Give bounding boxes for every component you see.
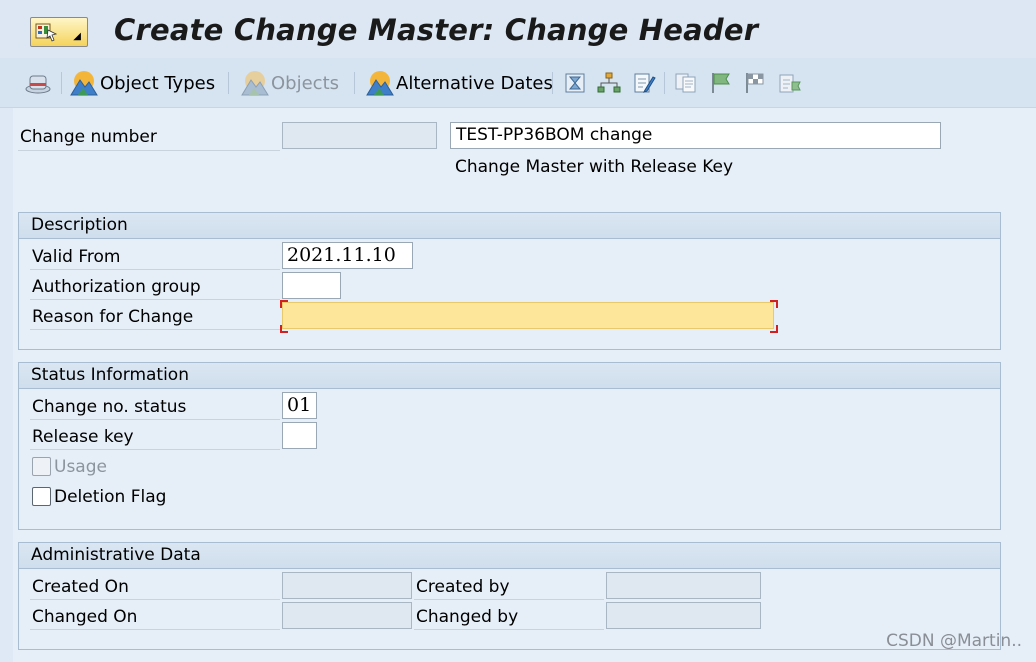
hat-button[interactable] [24, 70, 54, 96]
valid-from-input[interactable]: 2021.11.10 [282, 242, 413, 269]
alternative-dates-button[interactable]: Alternative Dates [366, 70, 553, 96]
label-underline [414, 629, 604, 630]
release-key-input[interactable] [282, 422, 317, 449]
mountain-icon [241, 71, 269, 96]
changed-by-input[interactable] [606, 602, 761, 629]
toolbar-separator [228, 72, 229, 94]
system-menu-button[interactable]: ◢ [30, 17, 88, 47]
valid-from-label: Valid From [32, 247, 121, 267]
changed-on-label: Changed On [32, 607, 138, 627]
change-status-label: Change no. status [32, 397, 187, 417]
created-by-input[interactable] [606, 572, 761, 599]
toolbar-separator [354, 72, 355, 94]
authorization-group-input[interactable] [282, 272, 341, 299]
created-on-input[interactable] [282, 572, 412, 599]
label-underline [30, 419, 280, 420]
created-on-label: Created On [32, 577, 129, 597]
change-number-input[interactable] [282, 122, 437, 149]
title-bar: ◢ Create Change Master: Change Header [0, 0, 1036, 58]
label-underline [30, 299, 280, 300]
object-types-button[interactable]: Object Types [70, 70, 215, 96]
mountain-icon [366, 71, 394, 96]
checkered-flag-icon[interactable] [743, 72, 767, 94]
menu-arrow-icon: ◢ [73, 31, 81, 42]
required-marker [770, 300, 778, 308]
alternative-dates-label: Alternative Dates [396, 72, 553, 94]
required-marker [280, 300, 288, 308]
label-underline [30, 269, 280, 270]
watermark: CSDN @Martin.. [886, 631, 1022, 651]
object-types-label: Object Types [100, 72, 216, 94]
release-key-label: Release key [32, 427, 134, 447]
hierarchy-icon[interactable] [597, 72, 621, 94]
created-by-label: Created by [416, 577, 510, 597]
label-underline [30, 599, 280, 600]
usage-label: Usage [54, 457, 107, 477]
label-underline [30, 629, 280, 630]
status-information-group-title: Status Information [19, 363, 1000, 389]
document-flag-icon[interactable] [778, 72, 802, 94]
hourglass-icon[interactable] [563, 72, 587, 94]
toolbar-separator [552, 72, 553, 94]
toolbar-separator [664, 72, 665, 94]
label-underline [30, 329, 280, 330]
change-status-input[interactable]: 01 [282, 392, 317, 419]
label-underline [30, 449, 280, 450]
edit-document-icon[interactable] [632, 72, 656, 94]
change-type-text: Change Master with Release Key [455, 157, 734, 177]
changed-on-input[interactable] [282, 602, 412, 629]
deletion-flag-label: Deletion Flag [54, 487, 167, 507]
objects-label: Objects [271, 72, 340, 94]
change-number-label: Change number [20, 127, 157, 147]
objects-button[interactable]: Objects [241, 70, 339, 96]
authorization-group-label: Authorization group [32, 277, 201, 297]
page-title: Create Change Master: Change Header [114, 13, 759, 47]
usage-checkbox[interactable] [32, 457, 51, 476]
copy-document-icon[interactable] [674, 72, 698, 94]
changed-by-label: Changed by [416, 607, 519, 627]
change-description-input[interactable]: TEST-PP36BOM change [450, 122, 941, 149]
label-underline [414, 599, 604, 600]
reason-for-change-input[interactable] [282, 302, 774, 329]
green-flag-icon[interactable] [709, 72, 733, 94]
hat-icon [25, 75, 51, 94]
menu-icon [35, 23, 57, 42]
reason-for-change-label: Reason for Change [32, 307, 194, 327]
toolbar-separator [61, 72, 62, 94]
deletion-flag-checkbox[interactable] [32, 487, 51, 506]
mountain-icon [70, 71, 98, 96]
required-marker [280, 325, 288, 333]
description-group-title: Description [19, 213, 1000, 239]
administrative-data-group-title: Administrative Data [19, 543, 1000, 569]
application-toolbar: Object Types Objects Alternative Dates [0, 58, 1036, 108]
required-marker [770, 325, 778, 333]
label-underline [18, 150, 280, 151]
